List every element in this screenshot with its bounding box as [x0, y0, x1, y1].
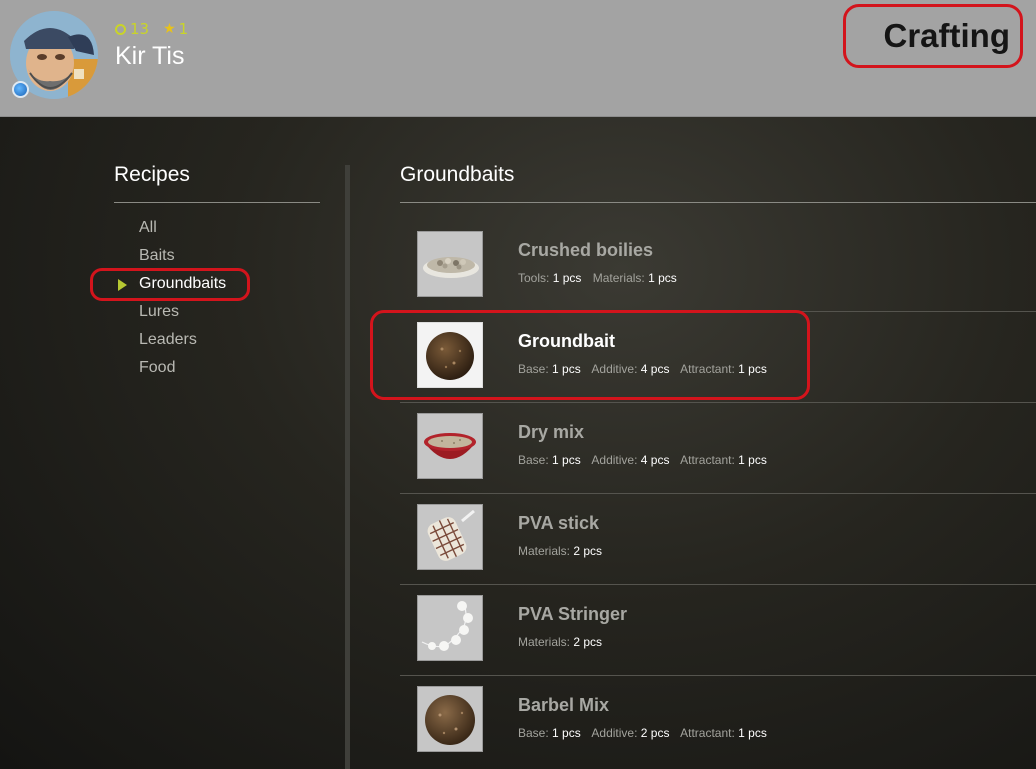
recipe-pva-stick[interactable]: PVA stick Materials: 2 pcs — [400, 494, 1036, 585]
groundbait-highlight-outline — [370, 310, 810, 400]
recipe-name: Dry mix — [518, 422, 585, 442]
recipe-dry-mix[interactable]: Dry mix Base: 1 pcs Additive: 4 pcs Attr… — [400, 403, 1036, 494]
pva-stringer-icon — [417, 595, 483, 661]
rank-star-icon: ★ — [163, 21, 176, 37]
vertical-scrollbar[interactable] — [345, 165, 350, 769]
content-divider — [400, 202, 1036, 203]
rank-value: 1 — [178, 20, 189, 38]
currency-ring-icon — [115, 23, 126, 35]
player-name: Kir Tis — [115, 42, 185, 70]
sidebar-item-leaders[interactable]: Leaders — [139, 331, 197, 349]
currency-value: 13 — [130, 20, 150, 38]
sidebar-item-groundbaits[interactable]: Groundbaits — [139, 275, 226, 293]
sidebar-item-food[interactable]: Food — [139, 359, 175, 377]
sidebar-item-all[interactable]: All — [139, 219, 157, 237]
recipe-barbel-mix[interactable]: Barbel Mix Base: 1 pcs Additive: 2 pcs A… — [400, 676, 1036, 767]
recipe-name: PVA Stringer — [518, 604, 628, 624]
sidebar-title: Recipes — [114, 163, 190, 186]
recipe-requirements: Materials: 2 pcs — [518, 544, 603, 558]
profile-header: 13 ★ 1 Kir Tis Crafting — [0, 0, 1036, 117]
recipe-name: Crushed boilies — [518, 240, 654, 260]
pva-stick-icon — [417, 504, 483, 570]
recipe-pva-stringer[interactable]: PVA Stringer Materials: 2 pcs — [400, 585, 1036, 676]
sidebar-item-baits[interactable]: Baits — [139, 247, 175, 265]
content-title: Groundbaits — [400, 163, 515, 186]
globe-icon — [12, 81, 29, 98]
barbel-mix-ball-icon — [417, 686, 483, 752]
recipe-requirements: Base: 1 pcs Additive: 2 pcs Attractant: … — [518, 726, 767, 740]
recipe-requirements: Tools: 1 pcs Materials: 1 pcs — [518, 271, 677, 285]
recipe-crushed-boilies[interactable]: Crushed boilies Tools: 1 pcs Materials: … — [400, 221, 1036, 312]
page-title: Crafting — [843, 4, 1023, 68]
recipe-requirements: Materials: 2 pcs — [518, 635, 603, 649]
recipe-name: PVA stick — [518, 513, 600, 533]
sidebar-item-lures[interactable]: Lures — [139, 303, 179, 321]
sidebar-divider — [114, 202, 320, 203]
dry-mix-bowl-icon — [417, 413, 483, 479]
player-stats: 13 ★ 1 — [115, 20, 188, 38]
selected-arrow-icon — [118, 279, 127, 291]
crushed-boilies-icon — [417, 231, 483, 297]
recipe-requirements: Base: 1 pcs Additive: 4 pcs Attractant: … — [518, 453, 767, 467]
recipe-name: Barbel Mix — [518, 695, 610, 715]
